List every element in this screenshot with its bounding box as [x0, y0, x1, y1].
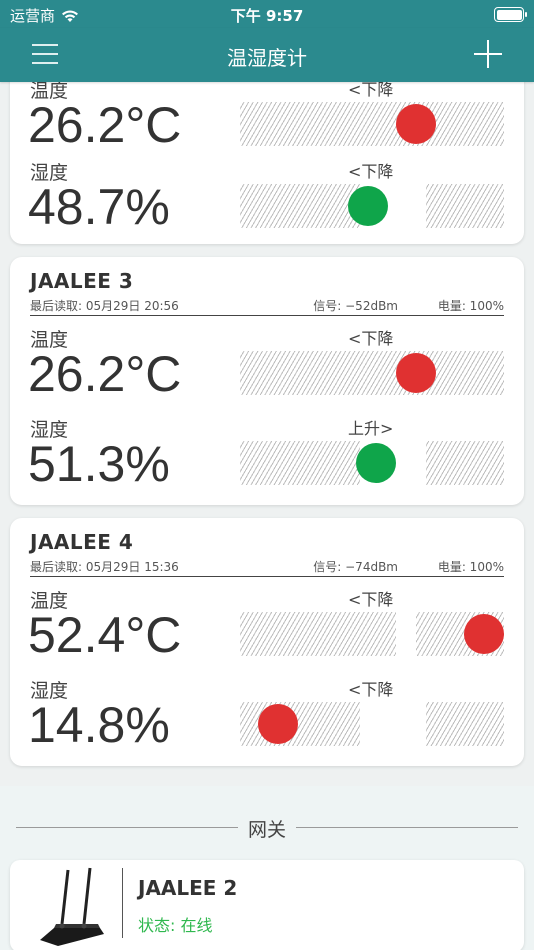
humidity-trend: <下降 — [348, 680, 394, 699]
temperature-value: 26.2°C — [28, 346, 182, 402]
temperature-trend: <下降 — [348, 82, 394, 99]
humidity-value: 48.7% — [28, 179, 170, 235]
humidity-indicator-bar — [240, 702, 504, 746]
temperature-indicator-dot — [464, 614, 504, 654]
humidity-indicator-dot — [258, 704, 298, 744]
temperature-indicator-bar — [240, 351, 504, 395]
temperature-row: 温度 52.4°C <下降 — [10, 586, 524, 676]
device-list[interactable]: 温度 26.2°C <下降 湿度 48.7% <下降 JAALEE 3 最后读取… — [0, 82, 534, 950]
page-title: 温湿度计 — [227, 46, 307, 70]
signal-strength: 信号: −52dBm — [313, 299, 398, 313]
temperature-indicator-bar — [240, 612, 504, 656]
temperature-trend: <下降 — [348, 590, 394, 609]
temperature-row: 温度 26.2°C <下降 — [10, 325, 524, 415]
gateway-name: JAALEE 2 — [138, 876, 238, 900]
humidity-row: 湿度 48.7% <下降 — [10, 158, 524, 248]
device-card[interactable]: JAALEE 4 最后读取: 05月29日 15:36 信号: −74dBm 电… — [10, 518, 524, 766]
device-card[interactable]: 温度 26.2°C <下降 湿度 48.7% <下降 — [10, 82, 524, 244]
gateway-section-header: 网关 — [0, 812, 534, 842]
gateway-section: 网关 JAALEE 2 状态: 在线 — [0, 786, 534, 950]
battery-level: 电量: 100% — [437, 560, 504, 574]
temperature-trend: <下降 — [348, 329, 394, 348]
gateway-card[interactable]: JAALEE 2 状态: 在线 — [10, 860, 524, 950]
device-meta: 最后读取: 05月29日 20:56 信号: −52dBm 电量: 100% — [30, 297, 504, 316]
device-name: JAALEE 4 — [30, 530, 134, 554]
temperature-row: 温度 26.2°C <下降 — [10, 82, 524, 166]
humidity-row: 湿度 14.8% <下降 — [10, 676, 524, 766]
plus-icon[interactable] — [474, 40, 502, 68]
battery-level: 电量: 100% — [437, 299, 504, 313]
signal-strength: 信号: −74dBm — [313, 560, 398, 574]
humidity-row: 湿度 51.3% 上升> — [10, 415, 524, 505]
clock: 下午 9:57 — [230, 7, 304, 25]
router-icon — [40, 867, 104, 946]
humidity-trend: <下降 — [348, 162, 394, 181]
device-name: JAALEE 3 — [30, 269, 134, 293]
gateway-section-title: 网关 — [247, 819, 286, 841]
temperature-value: 26.2°C — [28, 97, 182, 153]
temperature-indicator-bar — [240, 102, 504, 146]
device-meta: 最后读取: 05月29日 15:36 信号: −74dBm 电量: 100% — [30, 558, 504, 577]
device-card[interactable]: JAALEE 3 最后读取: 05月29日 20:56 信号: −52dBm 电… — [10, 257, 524, 505]
humidity-indicator-dot — [356, 443, 396, 483]
humidity-indicator-bar — [240, 184, 504, 228]
last-read-time: 最后读取: 05月29日 20:56 — [30, 299, 179, 313]
temperature-indicator-dot — [396, 104, 436, 144]
gateway-status: 状态: 在线 — [138, 916, 213, 935]
humidity-indicator-bar — [240, 441, 504, 485]
status-bar: 运营商 下午 9:57 — [0, 0, 534, 28]
last-read-time: 最后读取: 05月29日 15:36 — [30, 560, 179, 574]
humidity-trend: 上升> — [348, 419, 394, 438]
humidity-value: 51.3% — [28, 436, 170, 492]
humidity-indicator-dot — [348, 186, 388, 226]
gateway-divider — [122, 868, 123, 938]
battery-icon — [494, 7, 527, 22]
temperature-indicator-dot — [396, 353, 436, 393]
humidity-value: 14.8% — [28, 697, 170, 753]
temperature-value: 52.4°C — [28, 607, 182, 663]
nav-bar: 温湿度计 — [0, 28, 534, 82]
